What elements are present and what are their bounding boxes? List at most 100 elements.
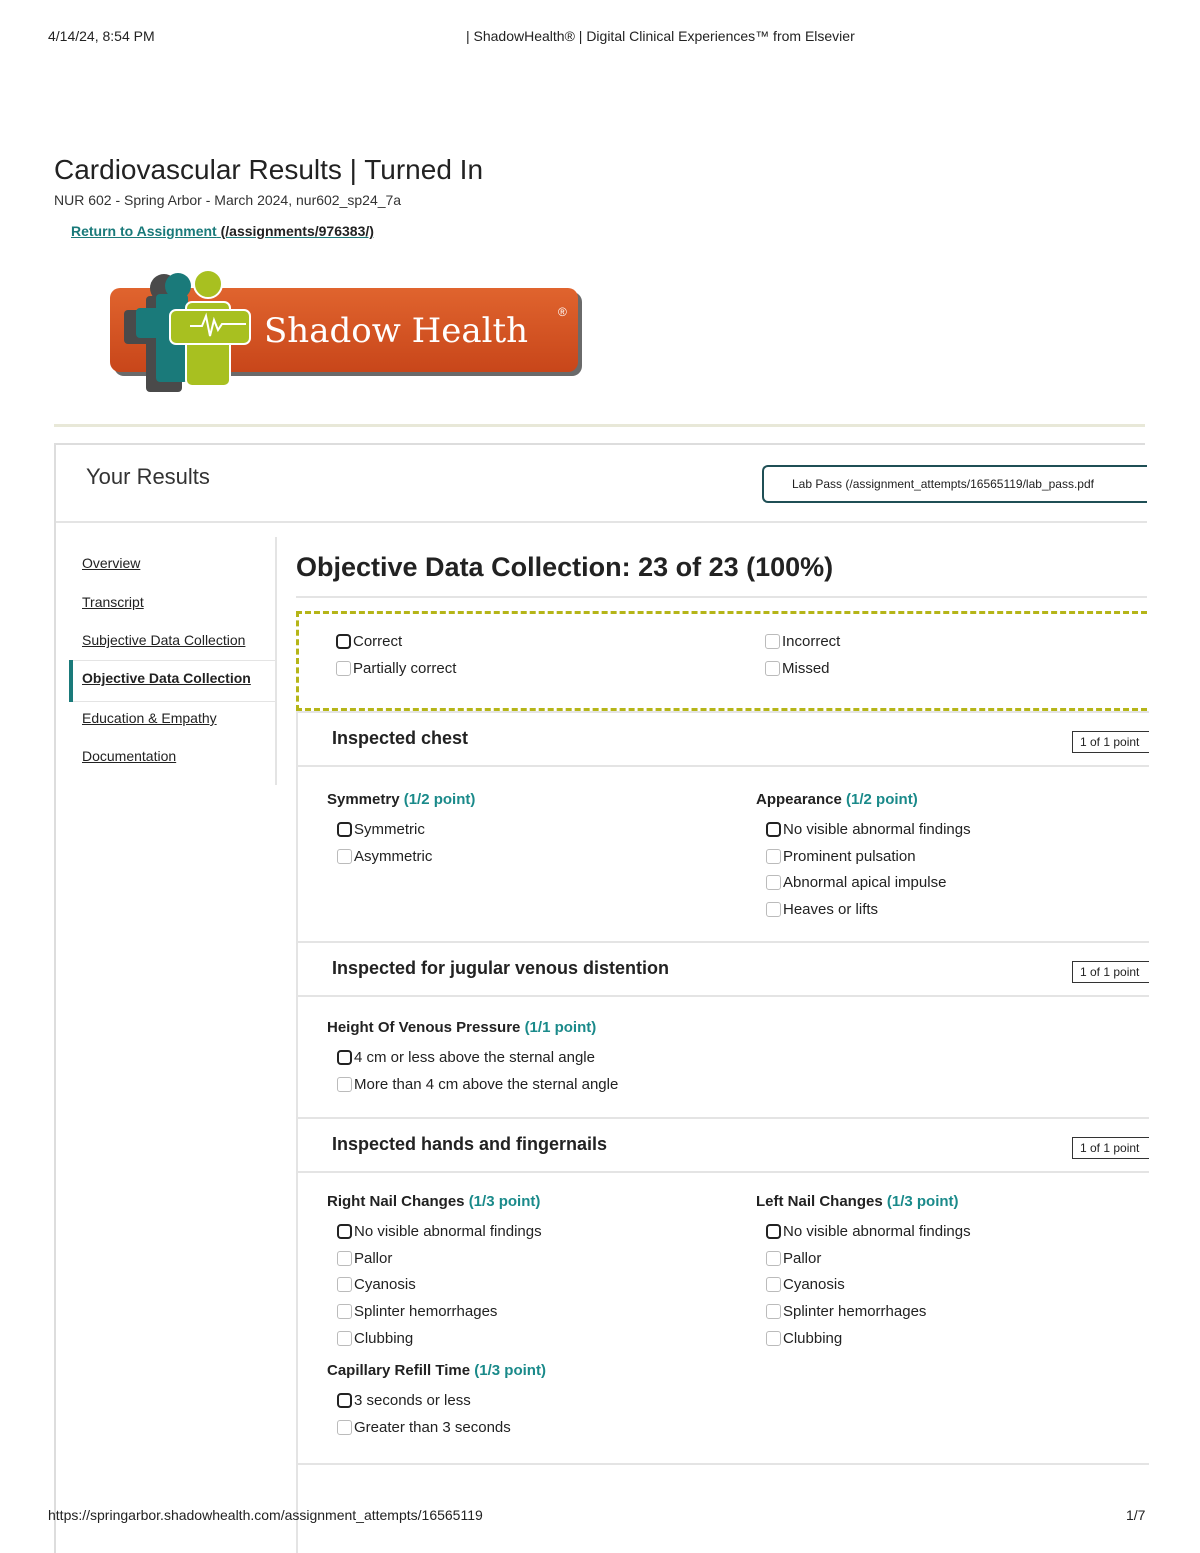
option: Heaves or lifts [766, 896, 1176, 923]
option: Splinter hemorrhages [337, 1298, 747, 1325]
logo-wordmark: Shadow Health [264, 311, 528, 351]
checkbox-icon [337, 1250, 352, 1266]
checkbox-icon [336, 634, 351, 649]
checkbox-icon [766, 848, 781, 864]
results-panel: Your Results Lab Pass (/assignment_attem… [54, 443, 1149, 1553]
sidebar-item-objective-data-collection[interactable]: Objective Data Collection [82, 670, 251, 686]
checkbox-icon [337, 1419, 352, 1435]
shadow-health-logo: Shadow Health ® [106, 266, 586, 396]
checkbox-icon [337, 1330, 352, 1346]
option-correct: No visible abnormal findings [766, 1218, 1176, 1245]
legend-label: Partially correct [353, 660, 457, 677]
checkbox-icon [337, 1076, 352, 1092]
checkbox-icon [337, 821, 352, 837]
checkbox-icon [765, 634, 780, 649]
print-header: 4/14/24, 8:54 PM | ShadowHealth® | Digit… [0, 28, 1200, 48]
group-label: Right Nail Changes (1/3 point) [327, 1193, 541, 1210]
legend: Correct Partially correct Incorrect Miss… [296, 611, 1147, 711]
sidebar-item-overview[interactable]: Overview [82, 555, 140, 571]
finding-section: Inspected chest 1 of 1 point Symmetry (1… [296, 711, 1149, 941]
legend-partially-correct: Partially correct [336, 660, 456, 677]
finding-group: Symmetry (1/2 point) Symmetric Asymmetri… [327, 791, 747, 869]
checkbox-icon [337, 1392, 352, 1408]
checkbox-icon [766, 875, 781, 891]
checkbox-icon [337, 1303, 352, 1319]
finding-group: Height Of Venous Pressure (1/1 point) 4 … [327, 1019, 747, 1097]
finding-score: 1 of 1 point [1072, 731, 1149, 753]
finding-group: Appearance (1/2 point) No visible abnorm… [756, 791, 1176, 923]
finding-section: Inspected hands and fingernails 1 of 1 p… [296, 1117, 1149, 1463]
print-title: | ShadowHealth® | Digital Clinical Exper… [466, 28, 855, 44]
option: Abnormal apical impulse [766, 869, 1176, 896]
option: Cyanosis [766, 1271, 1176, 1298]
heading-divider [296, 596, 1147, 598]
section-heading: Objective Data Collection: 23 of 23 (100… [296, 552, 834, 582]
option-correct: 3 seconds or less [337, 1387, 747, 1414]
checkbox-icon [766, 901, 781, 917]
group-label: Height Of Venous Pressure (1/1 point) [327, 1019, 597, 1036]
option-correct: No visible abnormal findings [766, 816, 1176, 843]
legend-label: Incorrect [782, 633, 841, 650]
return-to-assignment-link[interactable]: Return to Assignment (/assignments/97638… [71, 223, 374, 239]
finding-score: 1 of 1 point [1072, 961, 1149, 983]
checkbox-icon [337, 848, 352, 864]
option: Asymmetric [337, 843, 747, 870]
finding-section: Inspected for jugular venous distention … [296, 941, 1149, 1117]
checkbox-icon [765, 661, 780, 676]
finding-title: Inspected hands and fingernails [332, 1134, 608, 1154]
option: Clubbing [337, 1325, 747, 1352]
checkbox-icon [766, 821, 781, 837]
results-heading: Your Results [86, 464, 210, 489]
finding-section-header: Inspected for jugular venous distention … [298, 941, 1149, 997]
option-correct: 4 cm or less above the sternal angle [337, 1044, 747, 1071]
sidebar-item-education-empathy[interactable]: Education & Empathy [82, 710, 217, 726]
checkbox-icon [337, 1223, 352, 1239]
legend-label: Correct [353, 633, 403, 650]
return-link-label: Return to Assignment [71, 223, 217, 239]
checkbox-icon [766, 1303, 781, 1319]
finding-section-header: Inspected hands and fingernails 1 of 1 p… [298, 1117, 1149, 1173]
group-label: Capillary Refill Time (1/3 point) [327, 1362, 546, 1379]
checkbox-icon [766, 1223, 781, 1239]
checkbox-icon [336, 661, 351, 676]
sidebar-item-documentation[interactable]: Documentation [82, 748, 176, 764]
option: Clubbing [766, 1325, 1176, 1352]
option: Prominent pulsation [766, 843, 1176, 870]
option: Pallor [337, 1245, 747, 1272]
sidebar-active-indicator [69, 660, 73, 702]
option: Pallor [766, 1245, 1176, 1272]
sidebar-item-transcript[interactable]: Transcript [82, 594, 144, 610]
finding-score: 1 of 1 point [1072, 1137, 1149, 1159]
option-correct: No visible abnormal findings [337, 1218, 747, 1245]
option: More than 4 cm above the sternal angle [337, 1071, 747, 1098]
finding-title: Inspected for jugular venous distention [332, 958, 670, 978]
page-number: 1/7 [1126, 1507, 1146, 1523]
page-subtitle: NUR 602 - Spring Arbor - March 2024, nur… [54, 192, 402, 208]
return-link-path: (/assignments/976383/) [220, 223, 374, 239]
svg-text:®: ® [558, 305, 567, 319]
finding-group: Capillary Refill Time (1/3 point) 3 seco… [327, 1362, 747, 1440]
checkbox-icon [766, 1277, 781, 1293]
legend-label: Missed [782, 660, 830, 677]
print-date: 4/14/24, 8:54 PM [48, 28, 155, 44]
section-divider [298, 1463, 1149, 1465]
finding-group: Right Nail Changes (1/3 point) No visibl… [327, 1193, 747, 1351]
checkbox-icon [337, 1277, 352, 1293]
group-label: Appearance (1/2 point) [756, 791, 918, 808]
lab-pass-button[interactable]: Lab Pass (/assignment_attempts/16565119/… [762, 465, 1147, 503]
option: Cyanosis [337, 1271, 747, 1298]
option: Greater than 3 seconds [337, 1414, 747, 1441]
checkbox-icon [766, 1330, 781, 1346]
option-correct: Symmetric [337, 816, 747, 843]
legend-correct: Correct [336, 633, 402, 650]
print-url: https://springarbor.shadowhealth.com/ass… [48, 1507, 483, 1523]
legend-missed: Missed [765, 660, 830, 677]
divider [54, 424, 1145, 427]
results-header: Your Results Lab Pass (/assignment_attem… [56, 445, 1147, 523]
finding-title: Inspected chest [332, 728, 469, 748]
legend-incorrect: Incorrect [765, 633, 840, 650]
option: Splinter hemorrhages [766, 1298, 1176, 1325]
results-sidebar: Overview Transcript Subjective Data Coll… [56, 537, 277, 785]
page-title: Cardiovascular Results | Turned In [54, 154, 484, 185]
sidebar-item-subjective-data-collection[interactable]: Subjective Data Collection [82, 632, 245, 648]
